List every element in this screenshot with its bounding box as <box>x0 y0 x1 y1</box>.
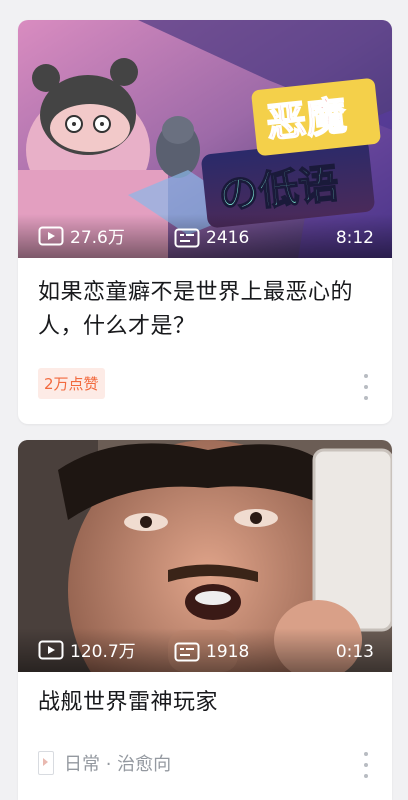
play-count: 27.6万 <box>38 223 125 248</box>
video-title[interactable]: 如果恋童癖不是世界上最恶心的人，什么才是？ <box>38 276 372 344</box>
play-count-value: 120.7万 <box>70 642 136 662</box>
channel-label: 日常 · 治愈向 <box>64 754 172 775</box>
video-title[interactable]: 战舰世界雷神玩家 <box>38 686 372 720</box>
danmaku-count: 2416 <box>174 228 249 248</box>
likes-badge: 2万点赞 <box>38 368 105 399</box>
danmaku-count-value: 2416 <box>206 228 250 248</box>
video-thumbnail[interactable]: 恶魔 の低语 27.6万 2416 8:12 <box>18 20 392 258</box>
danmaku-count: 1918 <box>174 642 249 662</box>
channel-tag[interactable]: 日常 · 治愈向 <box>38 750 171 776</box>
video-card[interactable]: 120.7万 1918 0:13 战舰世界雷神玩家 日常 · 治愈向 <box>18 440 392 800</box>
video-thumbnail[interactable]: 120.7万 1918 0:13 <box>18 440 392 672</box>
document-icon <box>38 751 54 775</box>
play-count: 120.7万 <box>38 637 136 662</box>
danmaku-icon <box>174 228 200 248</box>
danmaku-count-value: 1918 <box>206 642 250 662</box>
play-count-icon <box>38 226 64 245</box>
video-stats-bar: 120.7万 1918 0:13 <box>18 628 392 672</box>
video-feed: 恶魔 の低语 27.6万 2416 8:12 如果恋童癖不是世界上最恶心的人，什… <box>0 0 408 800</box>
danmaku-icon <box>174 642 200 662</box>
video-card[interactable]: 恶魔 の低语 27.6万 2416 8:12 如果恋童癖不是世界上最恶心的人，什… <box>18 20 392 424</box>
play-count-icon <box>38 640 64 659</box>
video-stats-bar: 27.6万 2416 8:12 <box>18 214 392 258</box>
play-count-value: 27.6万 <box>70 228 125 248</box>
more-vertical-icon[interactable] <box>358 374 374 400</box>
svg-text:恶魔: 恶魔 <box>264 93 348 147</box>
video-duration: 8:12 <box>335 228 374 248</box>
video-duration: 0:13 <box>335 642 374 662</box>
more-vertical-icon[interactable] <box>358 752 374 778</box>
